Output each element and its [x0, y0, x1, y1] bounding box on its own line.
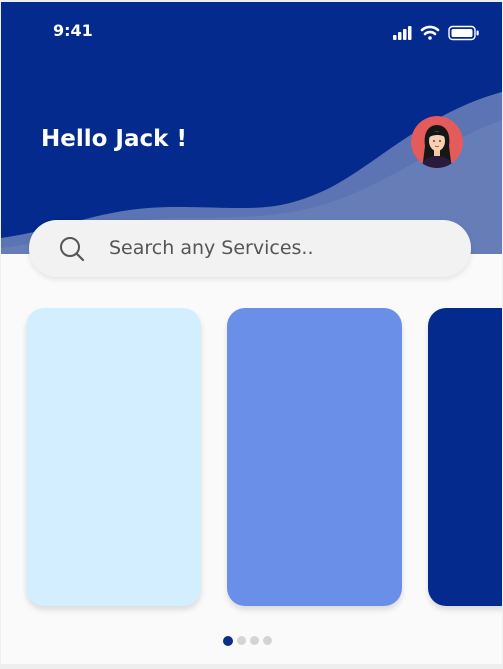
- status-time: 9:41: [53, 21, 93, 40]
- search-icon: [60, 237, 85, 262]
- page-dot-active[interactable]: [223, 635, 233, 646]
- status-icons: [393, 25, 479, 41]
- greeting-title: Hello Jack !: [41, 126, 187, 152]
- carousel-page-indicator: [223, 630, 276, 646]
- page-dot[interactable]: [250, 636, 259, 645]
- header: 9:41 Hello Jack !: [1, 2, 502, 254]
- service-card[interactable]: [428, 308, 502, 606]
- page-dot[interactable]: [237, 636, 246, 645]
- service-card[interactable]: [26, 308, 201, 606]
- signal-icon: [393, 26, 412, 40]
- page-dot[interactable]: [263, 636, 272, 645]
- battery-icon: [448, 25, 479, 41]
- avatar-icon[interactable]: [411, 116, 463, 168]
- search-input[interactable]: [109, 233, 449, 263]
- search-bar[interactable]: [29, 220, 471, 277]
- wifi-icon: [420, 25, 440, 40]
- home-screen: 9:41 Hello Jack !: [1, 2, 502, 664]
- service-card[interactable]: [227, 308, 402, 606]
